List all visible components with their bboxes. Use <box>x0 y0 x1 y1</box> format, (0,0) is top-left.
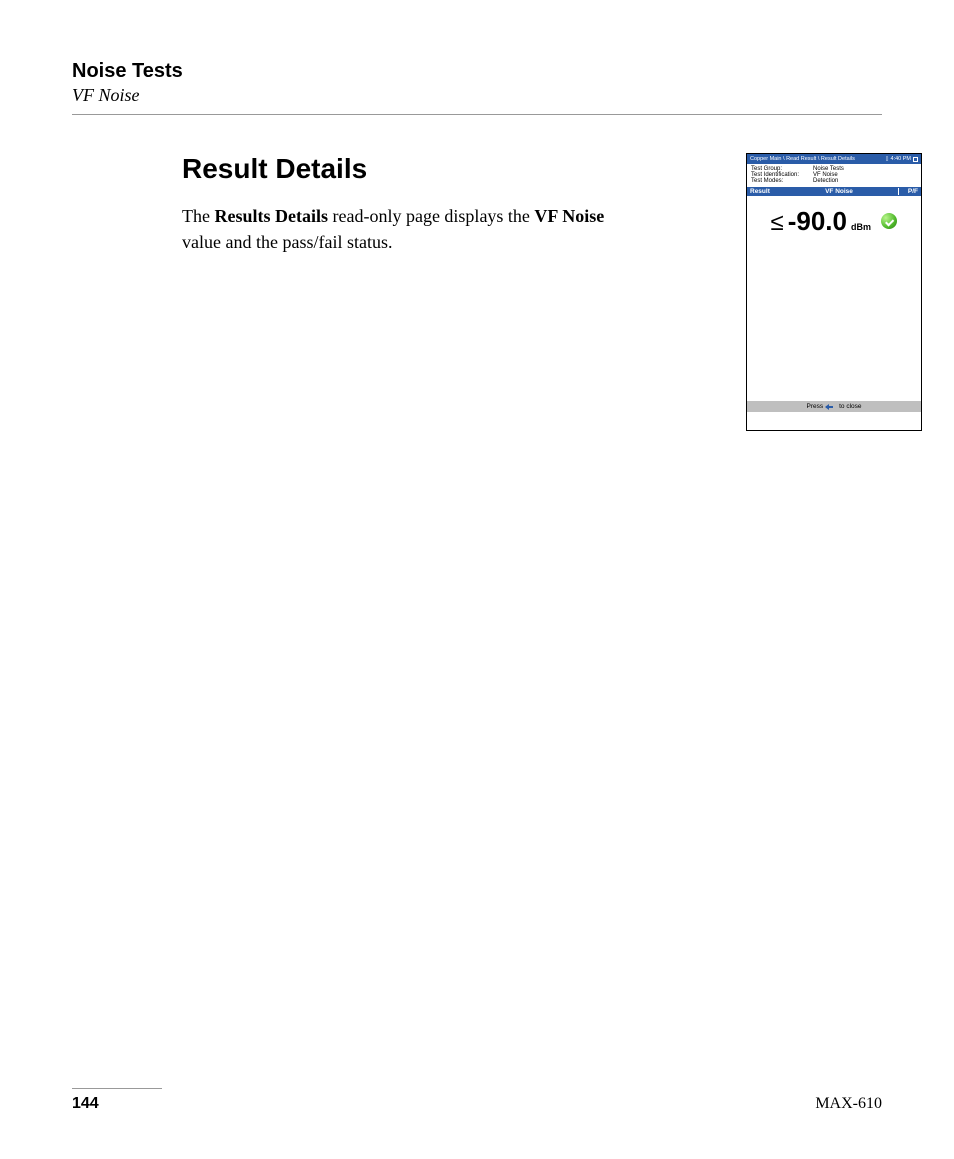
device-spacer <box>747 412 921 430</box>
result-number: -90.0 <box>788 206 847 237</box>
section-subtitle: VF Noise <box>72 85 882 106</box>
para-text: The <box>182 206 214 226</box>
breadcrumb: Copper Main \ Read Result \ Result Detai… <box>750 156 855 162</box>
model-number: MAX-610 <box>815 1095 882 1113</box>
signal-icon: ▯ <box>885 156 888 162</box>
section-title: Noise Tests <box>72 60 882 83</box>
device-result-body: ≤ -90.0 dBm <box>747 196 921 401</box>
result-value: ≤ -90.0 dBm <box>771 206 871 237</box>
page-number: 144 <box>72 1095 99 1113</box>
device-result-header: Result VF Noise P/F <box>747 187 921 196</box>
device-footer: Press to close <box>747 401 921 412</box>
meta-label: Test Modes: <box>751 178 813 184</box>
result-header-right: P/F <box>898 188 918 195</box>
footer-text-post: to close <box>839 403 861 410</box>
footer-text-pre: Press <box>806 403 823 410</box>
header-rule <box>72 114 882 115</box>
para-bold-2: VF Noise <box>534 206 604 226</box>
device-titlebar: Copper Main \ Read Result \ Result Detai… <box>747 154 921 164</box>
back-arrow-icon <box>826 404 836 409</box>
battery-icon <box>913 157 918 162</box>
page-footer: 144 MAX-610 <box>72 1088 882 1113</box>
result-details-paragraph: The Results Details read-only page displ… <box>182 203 612 255</box>
lte-symbol: ≤ <box>771 209 784 237</box>
pass-icon <box>881 213 897 229</box>
meta-row: Test Modes: Detection <box>751 178 917 184</box>
para-text: read-only page displays the <box>328 206 534 226</box>
meta-value: Detection <box>813 178 838 184</box>
device-screenshot: Copper Main \ Read Result \ Result Detai… <box>746 153 922 431</box>
para-text: value and the pass/fail status. <box>182 232 392 252</box>
para-bold-1: Results Details <box>214 206 328 226</box>
result-unit: dBm <box>851 222 871 232</box>
result-header-mid: VF Noise <box>780 188 898 195</box>
device-meta: Test Group: Noise Tests Test Identificat… <box>747 164 921 187</box>
result-header-left: Result <box>750 188 780 195</box>
footer-rule <box>72 1088 162 1089</box>
time-label: 4:40 PM <box>891 156 911 162</box>
